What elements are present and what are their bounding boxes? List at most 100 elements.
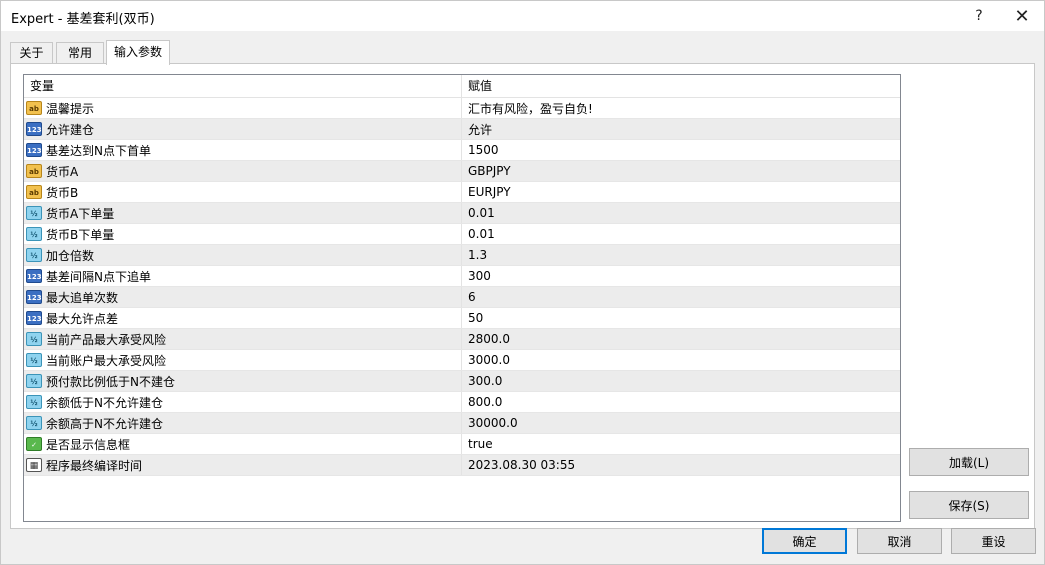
table-row[interactable]: 123 基差间隔N点下追单 300 xyxy=(24,266,900,287)
variable-cell: ab 温馨提示 xyxy=(24,98,462,118)
datetime-type-icon: ▦ xyxy=(26,458,42,472)
value-cell[interactable]: 汇市有风险，盈亏自负! xyxy=(462,98,900,118)
value-cell[interactable]: 50 xyxy=(462,308,900,328)
variable-name: 加仓倍数 xyxy=(46,248,95,263)
value-cell[interactable]: 300 xyxy=(462,266,900,286)
header-variable[interactable]: 变量 xyxy=(24,75,462,97)
double-type-icon: ½ xyxy=(26,416,42,430)
tab-common[interactable]: 常用 xyxy=(56,42,104,64)
variable-cell: ½ 当前账户最大承受风险 xyxy=(24,350,462,370)
table-row[interactable]: 123 最大允许点差 50 xyxy=(24,308,900,329)
double-type-icon: ½ xyxy=(26,353,42,367)
string-type-icon: ab xyxy=(26,164,42,178)
variable-name: 预付款比例低于N不建仓 xyxy=(46,374,175,389)
double-type-icon: ½ xyxy=(26,248,42,262)
variable-cell: ½ 货币A下单量 xyxy=(24,203,462,223)
variable-name: 余额低于N不允许建仓 xyxy=(46,395,163,410)
table-row[interactable]: ½ 余额低于N不允许建仓 800.0 xyxy=(24,392,900,413)
inputs-panel: 变量 赋值 ab 温馨提示 汇市有风险，盈亏自负! 123 允许建仓 允许 123 基差达到N… xyxy=(10,63,1035,529)
value-cell[interactable]: 0.01 xyxy=(462,224,900,244)
bool-type-icon: ✓ xyxy=(26,437,42,451)
variable-cell: ½ 加仓倍数 xyxy=(24,245,462,265)
value-cell[interactable]: 800.0 xyxy=(462,392,900,412)
save-button[interactable]: 保存(S) xyxy=(909,491,1029,519)
help-button[interactable]: ? xyxy=(959,1,999,31)
variable-cell: ab 货币A xyxy=(24,161,462,181)
table-row[interactable]: ab 货币A GBPJPY xyxy=(24,161,900,182)
value-cell[interactable]: 允许 xyxy=(462,119,900,139)
table-row[interactable]: ½ 货币A下单量 0.01 xyxy=(24,203,900,224)
table-row[interactable]: ½ 货币B下单量 0.01 xyxy=(24,224,900,245)
value-cell[interactable]: true xyxy=(462,434,900,454)
value-cell[interactable]: 6 xyxy=(462,287,900,307)
variable-cell: 123 基差间隔N点下追单 xyxy=(24,266,462,286)
string-type-icon: ab xyxy=(26,101,42,115)
grid-rows: ab 温馨提示 汇市有风险，盈亏自负! 123 允许建仓 允许 123 基差达到N点下首单 15… xyxy=(24,98,900,476)
variable-cell: ½ 货币B下单量 xyxy=(24,224,462,244)
variable-name: 允许建仓 xyxy=(46,122,95,137)
variable-name: 货币B xyxy=(46,185,79,200)
variable-name: 余额高于N不允许建仓 xyxy=(46,416,163,431)
value-cell[interactable]: 1.3 xyxy=(462,245,900,265)
tab-about[interactable]: 关于 xyxy=(10,42,53,64)
string-type-icon: ab xyxy=(26,185,42,199)
value-cell[interactable]: GBPJPY xyxy=(462,161,900,181)
integer-type-icon: 123 xyxy=(26,143,42,157)
double-type-icon: ½ xyxy=(26,227,42,241)
integer-type-icon: 123 xyxy=(26,290,42,304)
table-row[interactable]: ½ 余额高于N不允许建仓 30000.0 xyxy=(24,413,900,434)
table-row[interactable]: ab 货币B EURJPY xyxy=(24,182,900,203)
variable-cell: ½ 余额高于N不允许建仓 xyxy=(24,413,462,433)
reset-button[interactable]: 重设 xyxy=(951,528,1036,554)
table-row[interactable]: ab 温馨提示 汇市有风险，盈亏自负! xyxy=(24,98,900,119)
variable-name: 货币A下单量 xyxy=(46,206,115,221)
cancel-button[interactable]: 取消 xyxy=(857,528,942,554)
value-cell[interactable]: 1500 xyxy=(462,140,900,160)
variable-name: 当前账户最大承受风险 xyxy=(46,353,167,368)
header-value[interactable]: 赋值 xyxy=(462,75,900,97)
variable-cell: 123 最大允许点差 xyxy=(24,308,462,328)
table-row[interactable]: ✓ 是否显示信息框 true xyxy=(24,434,900,455)
table-row[interactable]: ½ 加仓倍数 1.3 xyxy=(24,245,900,266)
variable-cell: ab 货币B xyxy=(24,182,462,202)
table-row[interactable]: 123 最大追单次数 6 xyxy=(24,287,900,308)
parameters-grid: 变量 赋值 ab 温馨提示 汇市有风险，盈亏自负! 123 允许建仓 允许 123 基差达到N… xyxy=(23,74,901,522)
value-cell[interactable]: EURJPY xyxy=(462,182,900,202)
variable-name: 货币B下单量 xyxy=(46,227,115,242)
expert-dialog: Expert - 基差套利(双币) ? ✕ 关于 常用 输入参数 变量 赋值 a… xyxy=(0,0,1045,565)
value-cell[interactable]: 300.0 xyxy=(462,371,900,391)
value-cell[interactable]: 2023.08.30 03:55 xyxy=(462,455,900,475)
variable-name: 货币A xyxy=(46,164,79,179)
window-title: Expert - 基差套利(双币) xyxy=(11,12,155,27)
variable-cell: 123 允许建仓 xyxy=(24,119,462,139)
variable-name: 基差间隔N点下追单 xyxy=(46,269,151,284)
ok-button[interactable]: 确定 xyxy=(762,528,847,554)
value-cell[interactable]: 3000.0 xyxy=(462,350,900,370)
tab-inputs[interactable]: 输入参数 xyxy=(106,40,170,65)
value-cell[interactable]: 0.01 xyxy=(462,203,900,223)
load-button[interactable]: 加载(L) xyxy=(909,448,1029,476)
double-type-icon: ½ xyxy=(26,206,42,220)
table-row[interactable]: 123 基差达到N点下首单 1500 xyxy=(24,140,900,161)
table-row[interactable]: ½ 预付款比例低于N不建仓 300.0 xyxy=(24,371,900,392)
variable-name: 最大追单次数 xyxy=(46,290,119,305)
value-cell[interactable]: 2800.0 xyxy=(462,329,900,349)
close-button[interactable]: ✕ xyxy=(1002,1,1042,31)
variable-cell: ▦ 程序最终编译时间 xyxy=(24,455,462,475)
variable-name: 基差达到N点下首单 xyxy=(46,143,151,158)
variable-name: 最大允许点差 xyxy=(46,311,119,326)
variable-cell: ½ 当前产品最大承受风险 xyxy=(24,329,462,349)
double-type-icon: ½ xyxy=(26,374,42,388)
table-row[interactable]: ▦ 程序最终编译时间 2023.08.30 03:55 xyxy=(24,455,900,476)
integer-type-icon: 123 xyxy=(26,122,42,136)
variable-cell: ½ 预付款比例低于N不建仓 xyxy=(24,371,462,391)
table-row[interactable]: ½ 当前产品最大承受风险 2800.0 xyxy=(24,329,900,350)
variable-cell: 123 基差达到N点下首单 xyxy=(24,140,462,160)
value-cell[interactable]: 30000.0 xyxy=(462,413,900,433)
table-row[interactable]: ½ 当前账户最大承受风险 3000.0 xyxy=(24,350,900,371)
double-type-icon: ½ xyxy=(26,332,42,346)
variable-cell: ✓ 是否显示信息框 xyxy=(24,434,462,454)
grid-header: 变量 赋值 xyxy=(24,75,900,98)
variable-cell: ½ 余额低于N不允许建仓 xyxy=(24,392,462,412)
table-row[interactable]: 123 允许建仓 允许 xyxy=(24,119,900,140)
